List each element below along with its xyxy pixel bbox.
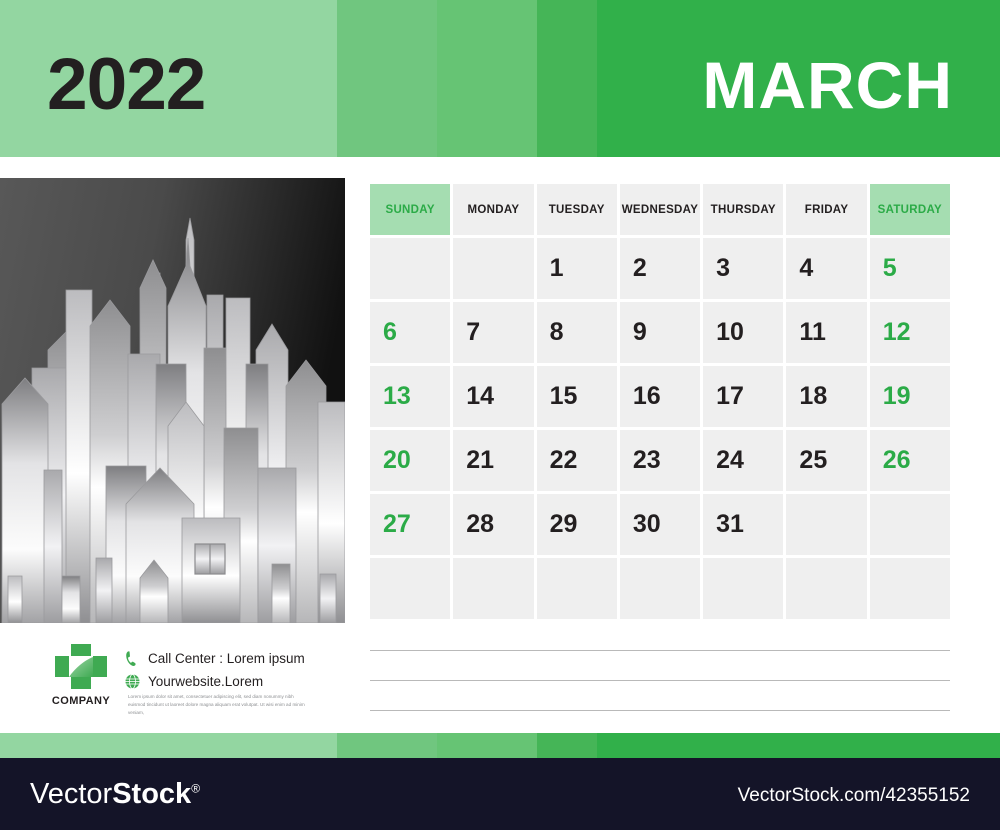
- weekday-header-saturday: SATURDAY: [869, 184, 950, 235]
- date-cell-empty: [869, 558, 950, 619]
- date-cell-15[interactable]: 15: [536, 366, 617, 427]
- note-line: [370, 680, 950, 681]
- footer-color-bands: [0, 733, 1000, 758]
- date-cell-empty: [453, 558, 534, 619]
- date-cell-4[interactable]: 4: [786, 238, 867, 299]
- weekday-header-thursday: THURSDAY: [703, 184, 784, 235]
- date-cell-25[interactable]: 25: [786, 430, 867, 491]
- date-cell-empty: [703, 558, 784, 619]
- phone-icon: [124, 650, 141, 667]
- date-cell-empty: [786, 558, 867, 619]
- contact-row-website: Yourwebsite.Lorem: [124, 671, 339, 691]
- footer-band-5: [597, 733, 1000, 758]
- company-name: COMPANY: [51, 695, 111, 707]
- note-line: [370, 650, 950, 651]
- date-cell-8[interactable]: 8: [536, 302, 617, 363]
- date-cell-23[interactable]: 23: [619, 430, 701, 491]
- year-title: 2022: [47, 44, 206, 125]
- footer-band-2: [337, 733, 437, 758]
- date-cell-30[interactable]: 30: [619, 494, 701, 555]
- date-cell-20[interactable]: 20: [370, 430, 451, 491]
- header-band-4: [537, 0, 597, 157]
- footer-band-4: [537, 733, 597, 758]
- city-skyline-image: [0, 178, 345, 623]
- date-cell-6[interactable]: 6: [370, 302, 451, 363]
- date-cell-24[interactable]: 24: [703, 430, 784, 491]
- date-cell-17[interactable]: 17: [703, 366, 784, 427]
- date-cell-22[interactable]: 22: [536, 430, 617, 491]
- company-square-logo: [55, 644, 107, 691]
- date-cell-9[interactable]: 9: [619, 302, 701, 363]
- date-cell-empty: [536, 558, 617, 619]
- weekday-header-tuesday: TUESDAY: [536, 184, 617, 235]
- date-cell-29[interactable]: 29: [536, 494, 617, 555]
- date-cell-empty: [370, 238, 451, 299]
- company-block: COMPANY: [46, 644, 116, 707]
- contact-row-phone: Call Center : Lorem ipsum: [124, 648, 339, 668]
- date-cell-11[interactable]: 11: [786, 302, 867, 363]
- date-cell-empty: [453, 238, 534, 299]
- footer-band-3: [437, 733, 537, 758]
- contact-website-text: Yourwebsite.Lorem: [148, 673, 264, 689]
- weekday-header-friday: FRIDAY: [786, 184, 867, 235]
- registered-mark: ®: [191, 781, 201, 796]
- footer-band-1: [0, 733, 337, 758]
- date-cell-26[interactable]: 26: [869, 430, 950, 491]
- date-cell-empty: [786, 494, 867, 555]
- note-lines: [370, 650, 950, 740]
- date-cell-12[interactable]: 12: [869, 302, 950, 363]
- date-cell-2[interactable]: 2: [619, 238, 701, 299]
- date-cell-5[interactable]: 5: [869, 238, 950, 299]
- date-cell-13[interactable]: 13: [370, 366, 451, 427]
- date-cell-27[interactable]: 27: [370, 494, 451, 555]
- calendar-page: 2022 MARCH SUNDAY MONDAY TUESDAY WEDNESD…: [0, 0, 1000, 830]
- lorem-paragraph: Lorem ipsum dolor sit amet, consectetuer…: [128, 694, 305, 716]
- date-cell-31[interactable]: 31: [703, 494, 784, 555]
- date-cell-empty: [869, 494, 950, 555]
- date-cell-7[interactable]: 7: [453, 302, 534, 363]
- weekday-header-wednesday: WEDNESDAY: [619, 184, 701, 235]
- vectorstock-logo-bold: Stock: [112, 778, 192, 810]
- date-cell-21[interactable]: 21: [453, 430, 534, 491]
- month-title: MARCH: [702, 48, 953, 122]
- contact-phone-text: Call Center : Lorem ipsum: [148, 650, 305, 666]
- company-logo-svg: [55, 644, 107, 689]
- header-band-3: [437, 0, 537, 157]
- date-cell-28[interactable]: 28: [453, 494, 534, 555]
- globe-icon: [124, 673, 141, 690]
- note-line: [370, 710, 950, 711]
- date-cell-19[interactable]: 19: [869, 366, 950, 427]
- date-cell-10[interactable]: 10: [703, 302, 784, 363]
- vectorstock-logo: VectorStock®: [30, 780, 200, 809]
- vectorstock-url: VectorStock.com/42355152: [737, 785, 970, 806]
- weekday-header-monday: MONDAY: [453, 184, 534, 235]
- vectorstock-logo-thin: Vector: [30, 778, 113, 810]
- date-cell-3[interactable]: 3: [703, 238, 784, 299]
- header-band-2: [337, 0, 437, 157]
- watermark-bar: VectorStock® VectorStock.com/42355152: [0, 758, 1000, 830]
- date-cell-16[interactable]: 16: [619, 366, 701, 427]
- weekday-header-sunday: SUNDAY: [370, 184, 451, 235]
- date-cell-18[interactable]: 18: [786, 366, 867, 427]
- date-cell-empty: [619, 558, 701, 619]
- contact-block: Call Center : Lorem ipsum Yourwebsite.Lo…: [124, 648, 339, 694]
- calendar-grid: SUNDAY MONDAY TUESDAY WEDNESDAY THURSDAY FRID…: [370, 184, 950, 619]
- date-cell-1[interactable]: 1: [536, 238, 617, 299]
- city-skyline-svg: [0, 178, 345, 623]
- date-cell-empty: [370, 558, 451, 619]
- date-cell-14[interactable]: 14: [453, 366, 534, 427]
